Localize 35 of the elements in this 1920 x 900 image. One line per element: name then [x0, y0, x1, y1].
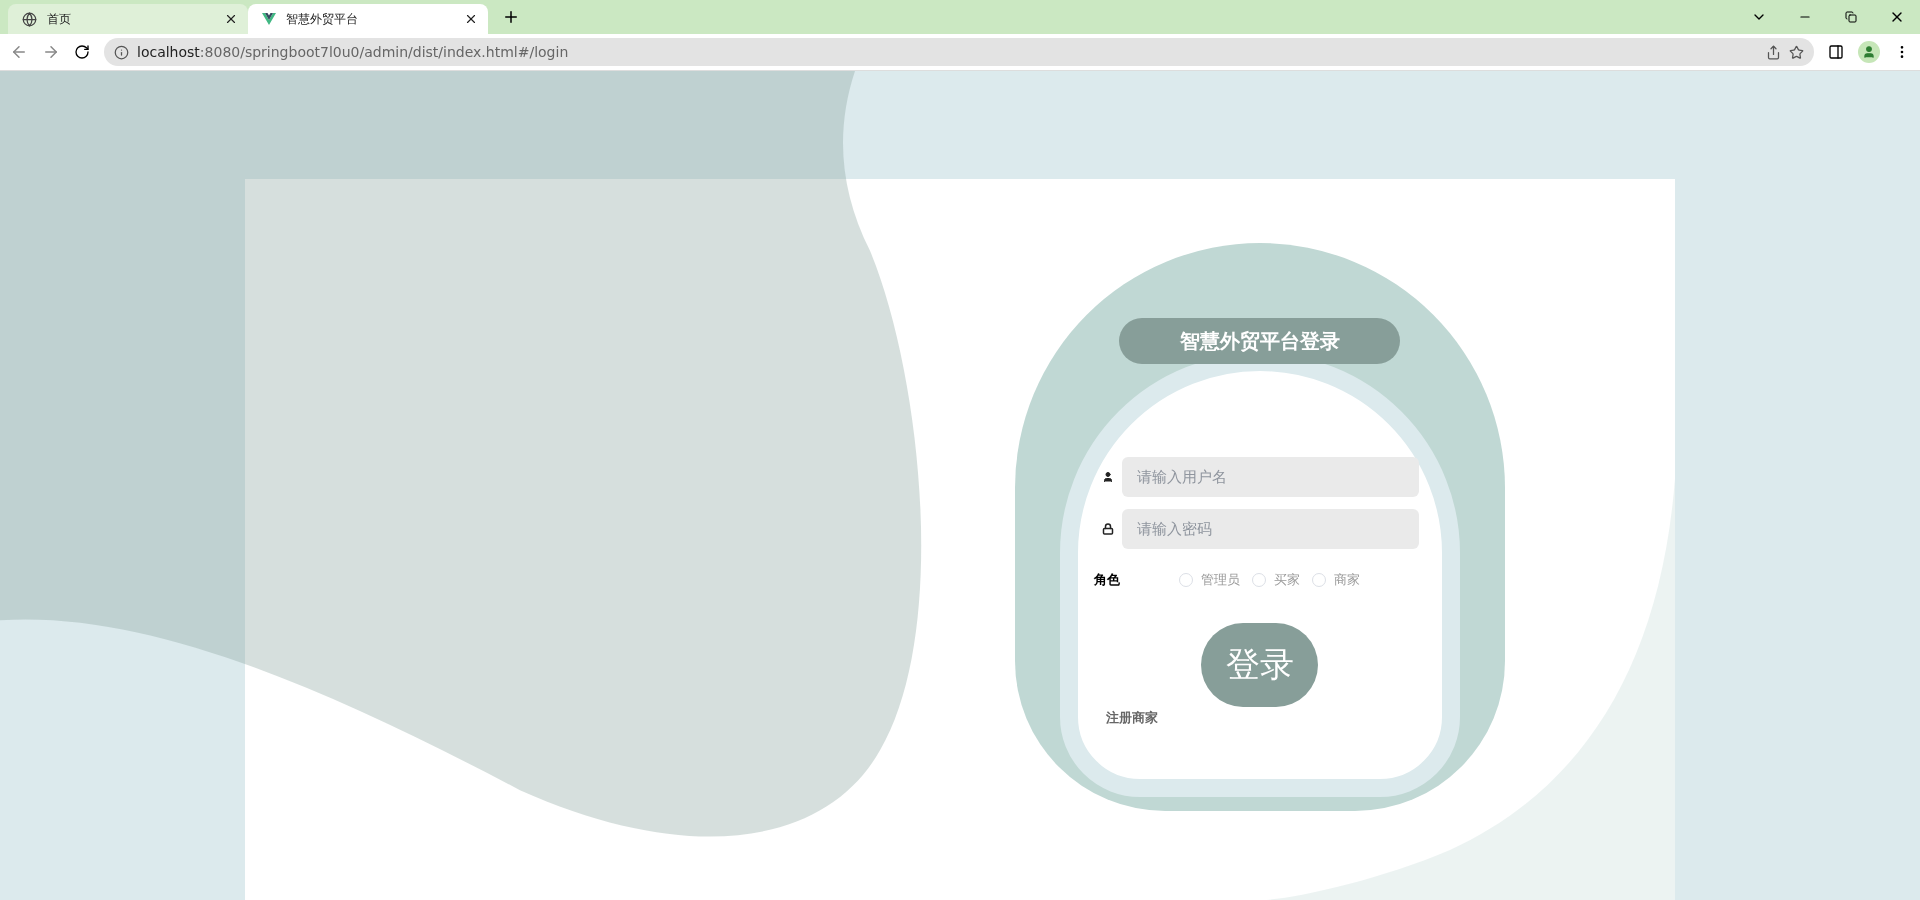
info-icon [114, 44, 129, 60]
url-host: localhost [137, 44, 200, 60]
profile-avatar[interactable] [1858, 41, 1880, 63]
v-logo-icon [262, 13, 276, 25]
radio-circle[interactable] [1252, 573, 1266, 587]
login-title: 智慧外贸平台登录 [1119, 318, 1400, 364]
browser-tab[interactable]: 智慧外贸平台 [248, 4, 488, 34]
reload-icon[interactable] [74, 44, 90, 60]
side-panel-icon[interactable] [1828, 44, 1844, 60]
address-bar[interactable]: localhost:8080/springboot7l0u0/admin/dist/index.html#/login [104, 38, 1814, 66]
role-label: 角色 [1094, 571, 1121, 589]
close-icon[interactable] [224, 12, 238, 26]
role-radio[interactable]: 商家 [1312, 571, 1360, 589]
close-icon[interactable] [464, 12, 478, 26]
star-icon[interactable] [1789, 44, 1804, 60]
role-option-label: 买家 [1274, 571, 1300, 589]
username-field[interactable]: 请输入用户名 [1122, 457, 1419, 497]
user-icon [1102, 471, 1114, 483]
radio-circle[interactable] [1179, 573, 1193, 587]
role-option-label: 管理员 [1201, 571, 1240, 589]
new-tab-icon[interactable] [502, 8, 520, 26]
role-option-label: 商家 [1334, 571, 1360, 589]
radio-circle[interactable] [1312, 573, 1326, 587]
role-radio[interactable]: 管理员 [1179, 571, 1240, 589]
password-field[interactable]: 请输入密码 [1122, 509, 1419, 549]
forward-arrow-icon[interactable] [42, 43, 60, 61]
restore-icon[interactable] [1845, 11, 1857, 23]
share-icon[interactable] [1766, 44, 1781, 60]
register-link[interactable]: 注册商家 [1106, 709, 1158, 727]
browser-tab[interactable]: 首页 [8, 4, 248, 34]
url-path: :8080/springboot7l0u0/admin/dist/index.html#/login [199, 44, 570, 60]
person-icon [1862, 45, 1876, 59]
lock-icon [1102, 523, 1114, 535]
globe-icon [22, 11, 37, 27]
role-radio[interactable]: 买家 [1252, 571, 1300, 589]
